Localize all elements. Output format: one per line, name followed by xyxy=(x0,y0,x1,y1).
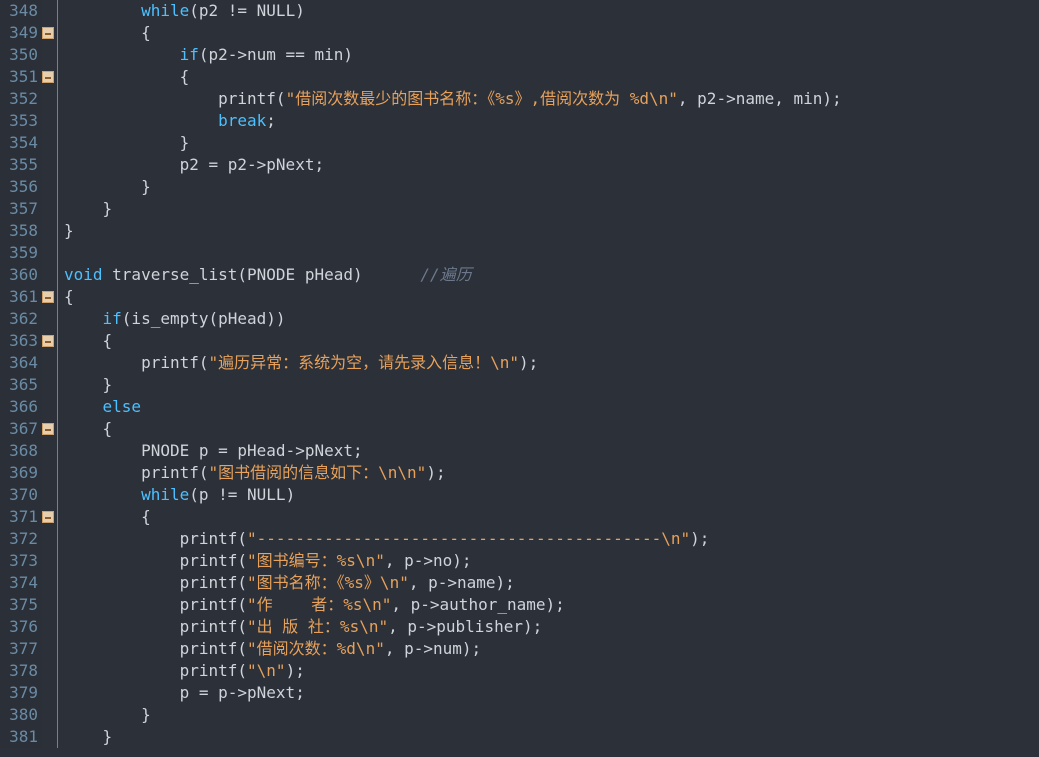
code-line[interactable]: PNODE p = pHead->pNext; xyxy=(64,440,1039,462)
line-number[interactable]: 381 xyxy=(0,726,38,748)
code-line[interactable]: { xyxy=(64,66,1039,88)
line-number[interactable]: 359 xyxy=(0,242,38,264)
fold-toggle-icon[interactable] xyxy=(42,423,54,435)
line-number[interactable]: 380 xyxy=(0,704,38,726)
code-line[interactable]: p = p->pNext; xyxy=(64,682,1039,704)
fold-toggle-icon[interactable] xyxy=(42,511,54,523)
code-line[interactable]: } xyxy=(64,132,1039,154)
line-number[interactable]: 371 xyxy=(0,506,38,528)
line-number[interactable]: 349 xyxy=(0,22,38,44)
code-line[interactable] xyxy=(64,242,1039,264)
line-number[interactable]: 367 xyxy=(0,418,38,440)
code-editor[interactable]: 3483493503513523533543553563573583593603… xyxy=(0,0,1039,748)
code-line[interactable]: p2 = p2->pNext; xyxy=(64,154,1039,176)
code-line[interactable]: printf("出 版 社：%s\n", p->publisher); xyxy=(64,616,1039,638)
line-number[interactable]: 348 xyxy=(0,0,38,22)
line-number[interactable]: 378 xyxy=(0,660,38,682)
line-number[interactable]: 354 xyxy=(0,132,38,154)
code-line[interactable]: printf("借阅次数最少的图书名称：《%s》,借阅次数为 %d\n", p2… xyxy=(64,88,1039,110)
line-number[interactable]: 351 xyxy=(0,66,38,88)
code-line[interactable]: break; xyxy=(64,110,1039,132)
line-number[interactable]: 361 xyxy=(0,286,38,308)
code-line[interactable]: printf("\n"); xyxy=(64,660,1039,682)
line-number[interactable]: 369 xyxy=(0,462,38,484)
line-number[interactable]: 375 xyxy=(0,594,38,616)
code-line[interactable]: printf("作 者：%s\n", p->author_name); xyxy=(64,594,1039,616)
code-line[interactable]: printf("--------------------------------… xyxy=(64,528,1039,550)
line-number-gutter[interactable]: 3483493503513523533543553563573583593603… xyxy=(0,0,42,748)
line-number[interactable]: 357 xyxy=(0,198,38,220)
line-number[interactable]: 372 xyxy=(0,528,38,550)
line-number[interactable]: 363 xyxy=(0,330,38,352)
code-line[interactable]: printf("图书借阅的信息如下：\n\n"); xyxy=(64,462,1039,484)
code-line[interactable]: } xyxy=(64,220,1039,242)
line-number[interactable]: 356 xyxy=(0,176,38,198)
fold-toggle-icon[interactable] xyxy=(42,291,54,303)
fold-toggle-icon[interactable] xyxy=(42,335,54,347)
code-line[interactable]: } xyxy=(64,198,1039,220)
line-number[interactable]: 368 xyxy=(0,440,38,462)
code-line[interactable]: { xyxy=(64,330,1039,352)
code-line[interactable]: while(p2 != NULL) xyxy=(64,0,1039,22)
line-number[interactable]: 355 xyxy=(0,154,38,176)
code-line[interactable]: else xyxy=(64,396,1039,418)
code-line[interactable]: printf("遍历异常：系统为空，请先录入信息！\n"); xyxy=(64,352,1039,374)
fold-toggle-icon[interactable] xyxy=(42,27,54,39)
line-number[interactable]: 350 xyxy=(0,44,38,66)
fold-column[interactable] xyxy=(42,0,54,748)
code-area[interactable]: while(p2 != NULL) { if(p2->num == min) {… xyxy=(62,0,1039,748)
line-number[interactable]: 373 xyxy=(0,550,38,572)
line-number[interactable]: 362 xyxy=(0,308,38,330)
line-number[interactable]: 364 xyxy=(0,352,38,374)
code-line[interactable]: { xyxy=(64,22,1039,44)
line-number[interactable]: 377 xyxy=(0,638,38,660)
line-number[interactable]: 370 xyxy=(0,484,38,506)
code-line[interactable]: printf("借阅次数：%d\n", p->num); xyxy=(64,638,1039,660)
code-line[interactable]: { xyxy=(64,418,1039,440)
code-line[interactable]: } xyxy=(64,374,1039,396)
line-number[interactable]: 360 xyxy=(0,264,38,286)
line-number[interactable]: 358 xyxy=(0,220,38,242)
line-number[interactable]: 353 xyxy=(0,110,38,132)
fold-toggle-icon[interactable] xyxy=(42,71,54,83)
code-line[interactable]: } xyxy=(64,726,1039,748)
code-line[interactable]: } xyxy=(64,704,1039,726)
code-line[interactable]: if(p2->num == min) xyxy=(64,44,1039,66)
line-number[interactable]: 366 xyxy=(0,396,38,418)
line-number[interactable]: 352 xyxy=(0,88,38,110)
code-line[interactable]: void traverse_list(PNODE pHead) //遍历 xyxy=(64,264,1039,286)
code-line[interactable]: { xyxy=(64,506,1039,528)
code-line[interactable]: if(is_empty(pHead)) xyxy=(64,308,1039,330)
line-number[interactable]: 365 xyxy=(0,374,38,396)
line-number[interactable]: 376 xyxy=(0,616,38,638)
line-number[interactable]: 379 xyxy=(0,682,38,704)
code-line[interactable]: printf("图书编号：%s\n", p->no); xyxy=(64,550,1039,572)
indent-guide xyxy=(54,0,62,748)
code-line[interactable]: while(p != NULL) xyxy=(64,484,1039,506)
line-number[interactable]: 374 xyxy=(0,572,38,594)
code-line[interactable]: { xyxy=(64,286,1039,308)
code-line[interactable]: } xyxy=(64,176,1039,198)
code-line[interactable]: printf("图书名称：《%s》\n", p->name); xyxy=(64,572,1039,594)
